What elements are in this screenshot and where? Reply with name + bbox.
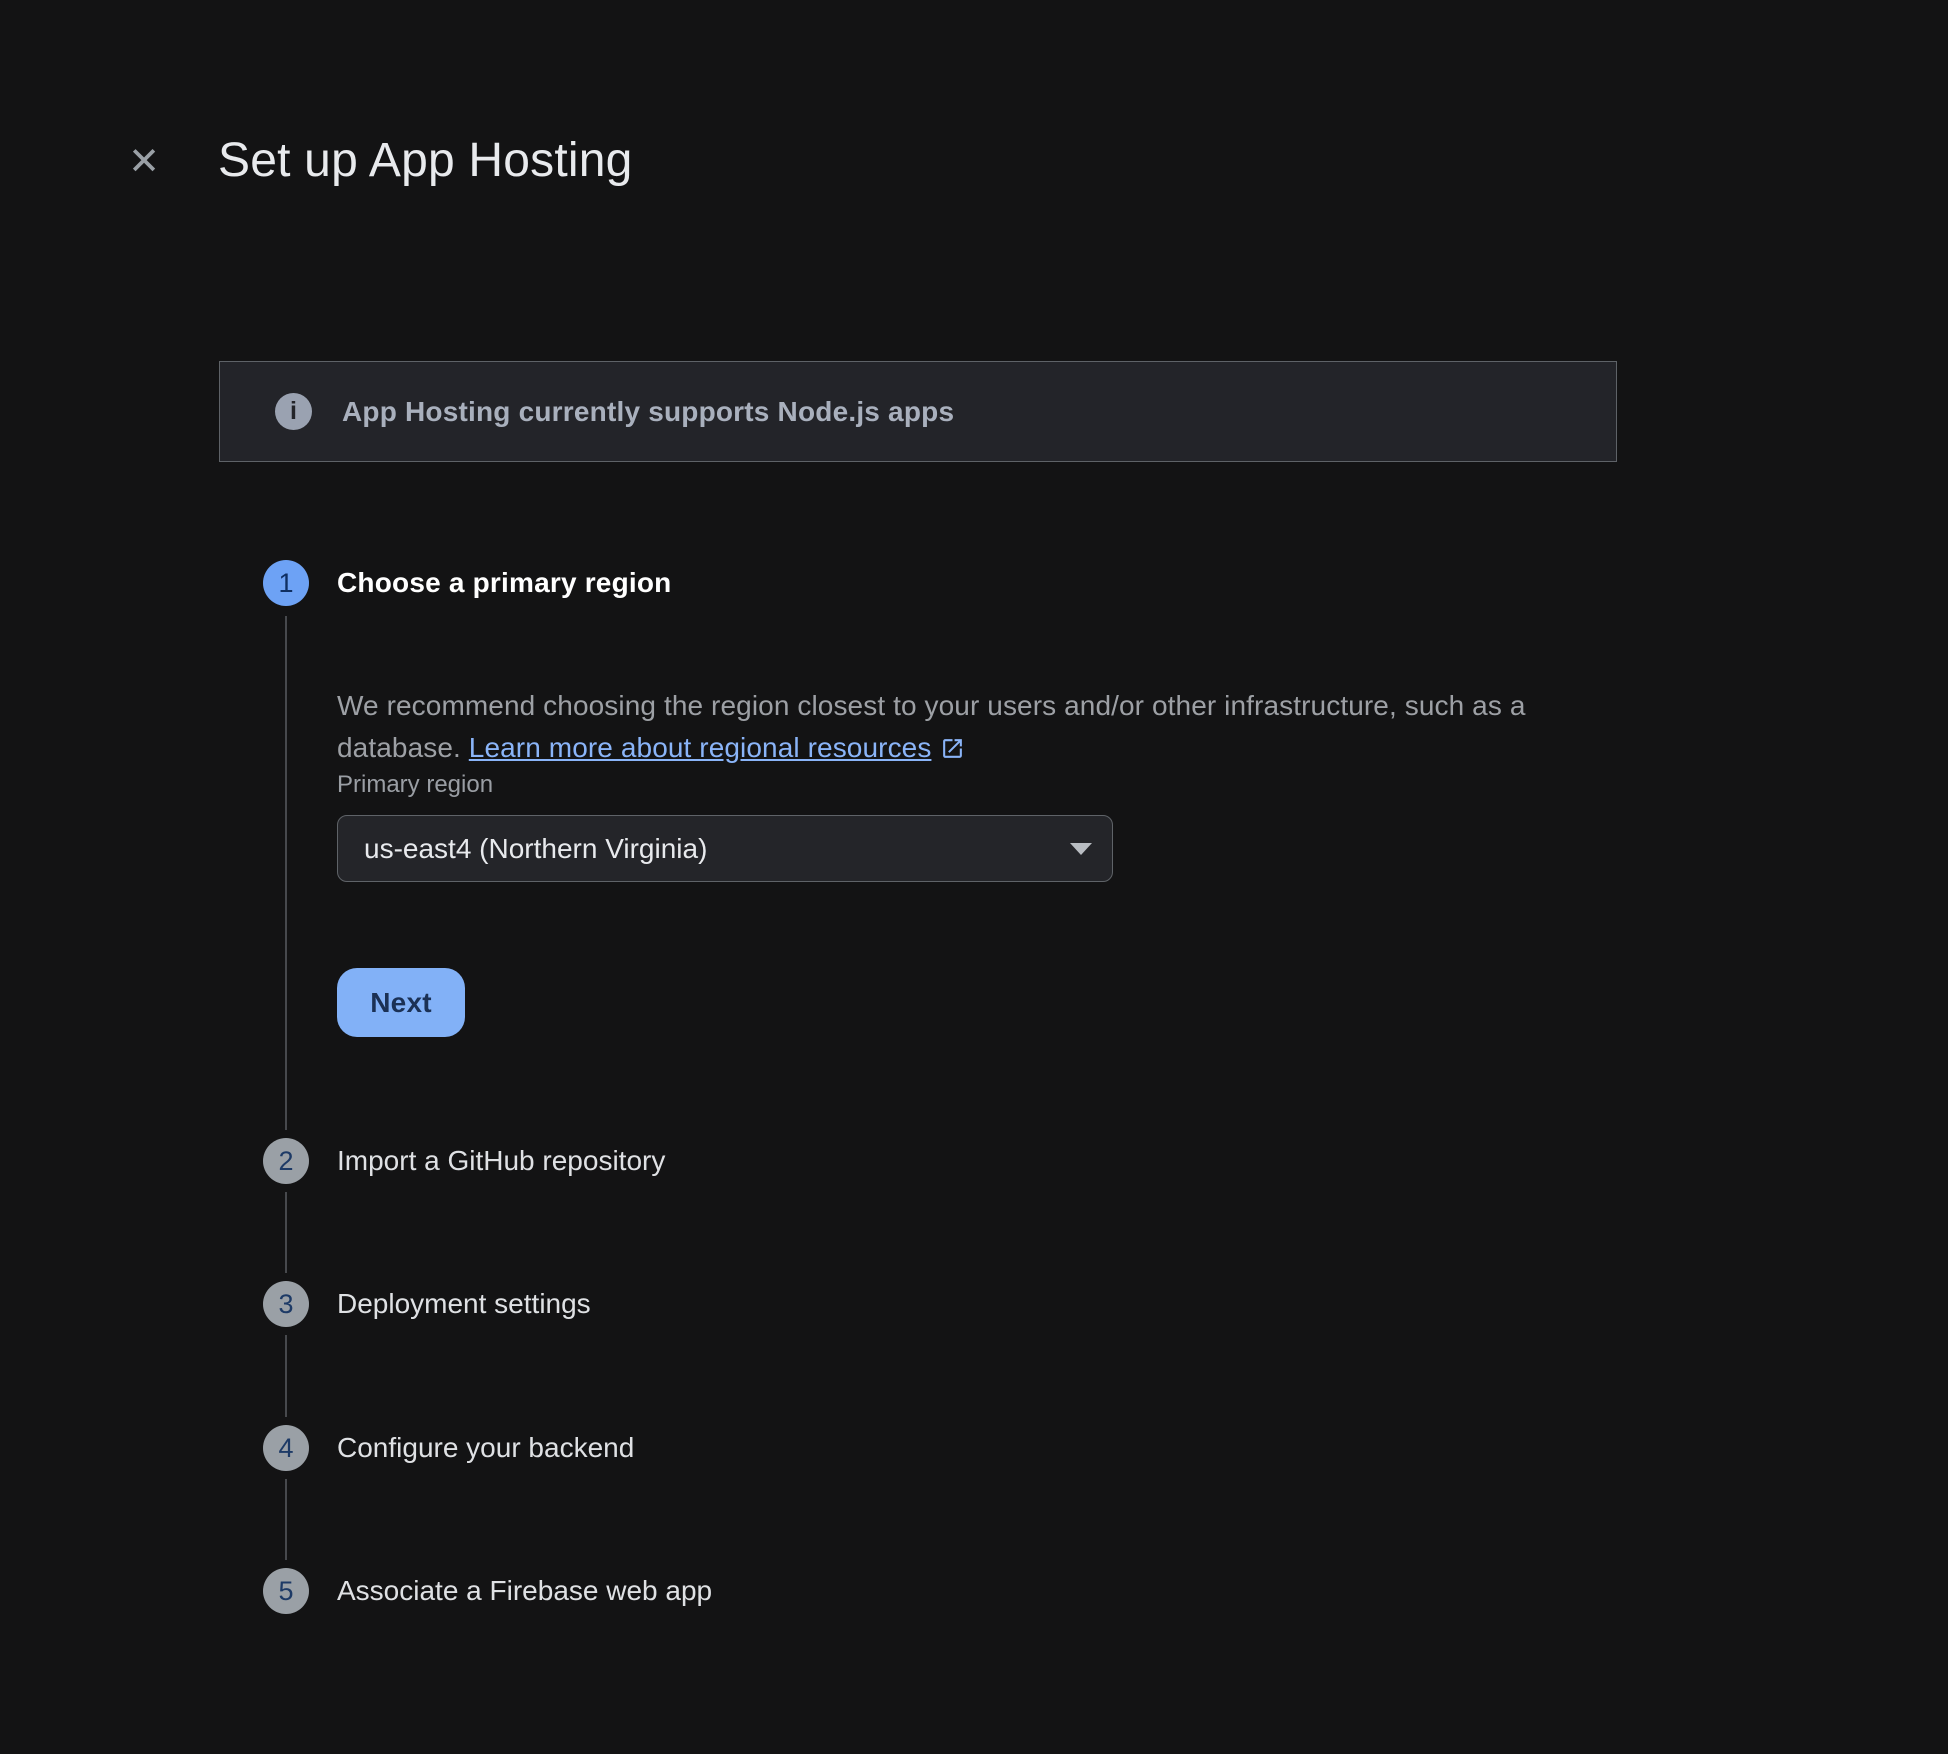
page-title: Set up App Hosting xyxy=(218,133,633,189)
region-description: We recommend choosing the region closest… xyxy=(337,685,1582,773)
setup-app-hosting-page: ✕ Set up App Hosting i App Hosting curre… xyxy=(0,0,1948,1754)
close-icon[interactable]: ✕ xyxy=(114,132,174,192)
stepper-connector xyxy=(285,1479,287,1560)
step-3-deployment-settings: 3 Deployment settings xyxy=(263,1281,591,1327)
stepper-connector xyxy=(285,616,287,1130)
step-5-label: Associate a Firebase web app xyxy=(337,1575,712,1607)
primary-region-field-label: Primary region xyxy=(337,771,493,799)
step-4-number-badge: 4 xyxy=(263,1425,309,1471)
caret-down-icon xyxy=(1070,843,1092,855)
info-icon: i xyxy=(275,393,312,430)
stepper-connector xyxy=(285,1192,287,1273)
step-3-label: Deployment settings xyxy=(337,1288,591,1320)
step-5-number-badge: 5 xyxy=(263,1568,309,1614)
open-in-new-icon xyxy=(940,731,965,773)
stepper-connector xyxy=(285,1335,287,1417)
learn-more-regional-resources-link[interactable]: Learn more about regional resources xyxy=(469,732,932,763)
next-button[interactable]: Next xyxy=(337,968,465,1037)
step-1-choose-primary-region: 1 Choose a primary region xyxy=(263,560,671,606)
step-2-number-badge: 2 xyxy=(263,1138,309,1184)
step-4-label: Configure your backend xyxy=(337,1432,634,1464)
primary-region-select[interactable]: us-east4 (Northern Virginia) xyxy=(337,815,1113,882)
step-3-number-badge: 3 xyxy=(263,1281,309,1327)
step-1-number-badge: 1 xyxy=(263,560,309,606)
step-4-configure-your-backend: 4 Configure your backend xyxy=(263,1425,634,1471)
info-banner: i App Hosting currently supports Node.js… xyxy=(219,361,1617,462)
primary-region-selected-value: us-east4 (Northern Virginia) xyxy=(364,833,1070,865)
step-2-label: Import a GitHub repository xyxy=(337,1145,665,1177)
step-5-associate-firebase-web-app: 5 Associate a Firebase web app xyxy=(263,1568,712,1614)
step-2-import-github-repository: 2 Import a GitHub repository xyxy=(263,1138,665,1184)
step-1-label: Choose a primary region xyxy=(337,567,671,599)
banner-message: App Hosting currently supports Node.js a… xyxy=(342,396,954,428)
